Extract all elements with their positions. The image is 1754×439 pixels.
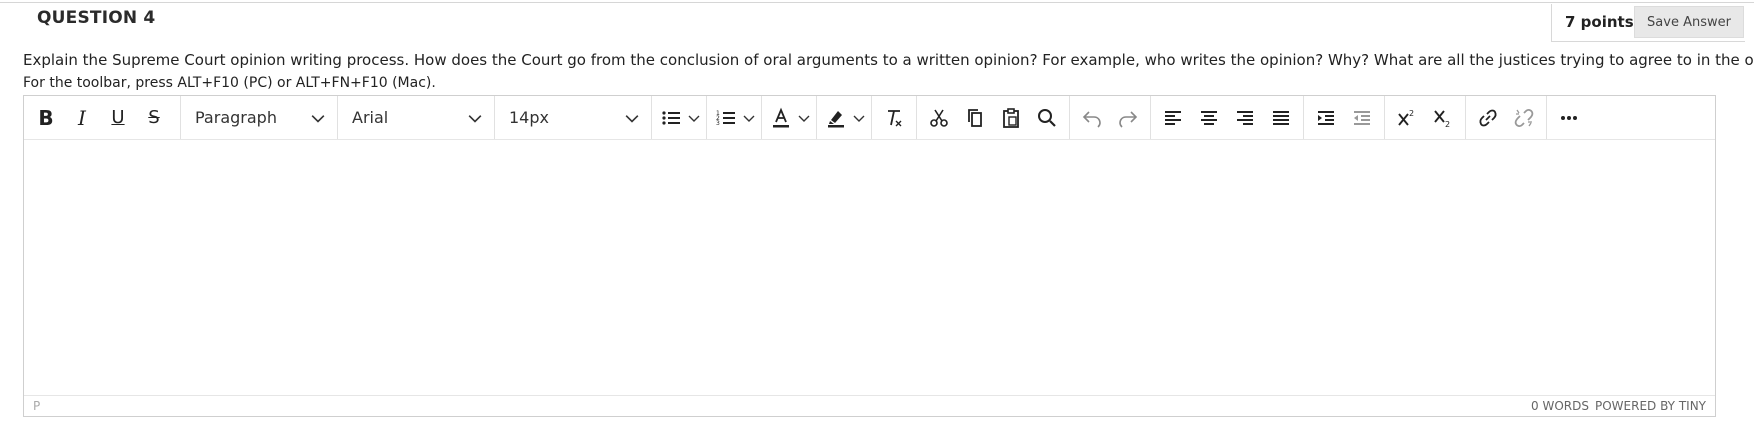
clipboard-group [917,96,1070,139]
more-group [1547,96,1591,139]
more-icon[interactable] [1551,101,1587,135]
text-color-button[interactable] [766,101,812,135]
justify-icon[interactable] [1263,101,1299,135]
clear-formatting-icon[interactable] [876,101,912,135]
bullet-list-button[interactable] [656,101,702,135]
script-group: 2 2 [1385,96,1466,139]
italic-button[interactable]: I [64,101,100,135]
question-title: QUESTION 4 [37,8,156,28]
bullet-list-group [652,96,707,139]
link-group [1466,96,1547,139]
chevron-down-icon[interactable] [741,112,757,124]
highlight-group [817,96,872,139]
subscript-icon[interactable]: 2 [1425,101,1461,135]
underline-button[interactable]: U [100,101,136,135]
text-color-icon [766,101,796,135]
word-count[interactable]: 0 WORDS [1531,399,1589,413]
save-answer-button[interactable]: Save Answer [1634,6,1744,38]
points-label: 7 points [1565,13,1634,31]
chevron-down-icon[interactable] [851,112,867,124]
svg-text:3: 3 [716,120,720,127]
history-group [1070,96,1151,139]
paste-icon[interactable] [993,101,1029,135]
superscript-icon[interactable]: 2 [1389,101,1425,135]
question-prompt: Explain the Supreme Court opinion writin… [23,51,1754,69]
font-size-select[interactable]: 14px [495,96,652,139]
outdent-icon[interactable] [1344,101,1380,135]
indent-icon[interactable] [1308,101,1344,135]
element-path[interactable]: P [33,399,40,413]
toolbar-hint: For the toolbar, press ALT+F10 (PC) or A… [23,75,436,91]
editor-toolbar: B I U S Paragraph Arial 14px 1 2 3 2 2 [24,96,1715,140]
format-select[interactable]: Paragraph [181,96,338,139]
format-select-value: Paragraph [195,108,277,127]
text-color-group [762,96,817,139]
rich-text-editor: B I U S Paragraph Arial 14px 1 2 3 2 2 P… [23,95,1716,417]
chevron-down-icon[interactable] [686,112,702,124]
bullet-list-icon [656,101,686,135]
numbered-list-icon: 123 [711,101,741,135]
font-select[interactable]: Arial [338,96,495,139]
chevron-down-icon [311,114,325,123]
unlink-icon[interactable] [1506,101,1542,135]
highlight-icon [821,101,851,135]
top-divider [0,2,1754,3]
editor-statusbar: P 0 WORDS POWERED BY TINY [24,395,1715,416]
svg-text:2: 2 [1409,109,1414,118]
undo-icon[interactable] [1074,101,1110,135]
align-center-icon[interactable] [1191,101,1227,135]
numbered-list-group: 123 [707,96,762,139]
highlight-button[interactable] [821,101,867,135]
bold-button[interactable]: B [28,101,64,135]
font-size-select-value: 14px [509,108,549,127]
chevron-down-icon [468,114,482,123]
alignment-group [1151,96,1304,139]
strikethrough-button[interactable]: S [136,101,172,135]
cut-icon[interactable] [921,101,957,135]
powered-by-tiny-link[interactable]: POWERED BY TINY [1595,399,1706,413]
copy-icon[interactable] [957,101,993,135]
indent-group [1304,96,1385,139]
statusbar-right: 0 WORDS POWERED BY TINY [1531,399,1706,413]
text-style-group: B I U S [24,96,181,139]
numbered-list-button[interactable]: 123 [711,101,757,135]
svg-text:2: 2 [1445,120,1450,129]
align-left-icon[interactable] [1155,101,1191,135]
font-select-value: Arial [352,108,389,127]
link-icon[interactable] [1470,101,1506,135]
editor-content-area[interactable] [24,140,1715,397]
redo-icon[interactable] [1110,101,1146,135]
align-right-icon[interactable] [1227,101,1263,135]
chevron-down-icon [625,114,639,123]
clear-format-group [872,96,917,139]
search-icon[interactable] [1029,101,1065,135]
chevron-down-icon[interactable] [796,112,812,124]
